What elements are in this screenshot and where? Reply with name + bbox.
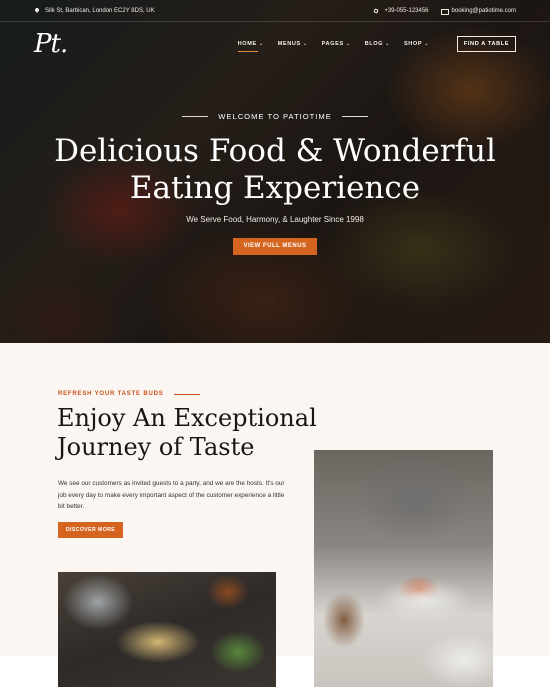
nav-item-home[interactable]: HOME ⌄ xyxy=(237,41,264,52)
location-pin-icon xyxy=(34,8,40,14)
chevron-down-icon: ⌄ xyxy=(385,41,390,47)
email-text[interactable]: booking@patiotime.com xyxy=(452,8,516,14)
welcome-text: WELCOME TO PATIOTIME xyxy=(218,112,332,121)
mail-icon xyxy=(440,8,449,15)
food-platter-image xyxy=(58,572,276,687)
find-a-table-button[interactable]: FIND A TABLE xyxy=(457,36,516,52)
chevron-down-icon: ⌄ xyxy=(345,41,351,47)
view-full-menus-button[interactable]: VIEW FULL MENUS xyxy=(233,238,317,255)
nav-item-shop[interactable]: SHOP ⌄ xyxy=(404,41,429,47)
divider-line xyxy=(173,393,200,395)
about-section: REFRESH YOUR TASTE BUDS Enjoy An Excepti… xyxy=(0,343,550,687)
email-info[interactable]: booking@patiotime.com xyxy=(440,8,516,15)
address-info: Silk St, Barbican, London EC2Y 8DS, UK xyxy=(34,8,155,14)
section-eyebrow: REFRESH YOUR TASTE BUDS xyxy=(58,391,200,397)
phone-text[interactable]: +39-055-123456 xyxy=(384,8,428,14)
divider-line xyxy=(341,116,368,117)
hero-content: WELCOME TO PATIOTIME Delicious Food & Wo… xyxy=(0,112,550,255)
section-text: We see our customers as invited guests t… xyxy=(58,480,285,510)
top-info-bar: Silk St, Barbican, London EC2Y 8DS, UK +… xyxy=(0,0,550,22)
site-logo[interactable]: Pt. xyxy=(34,29,68,59)
hero-eyebrow: WELCOME TO PATIOTIME xyxy=(0,112,550,121)
divider-line xyxy=(182,116,209,117)
nav-item-menus[interactable]: MENUS ⌄ xyxy=(278,41,308,47)
eyebrow-text: REFRESH YOUR TASTE BUDS xyxy=(58,391,164,397)
hero-title: Delicious Food & Wonderful Eating Experi… xyxy=(54,133,496,206)
hero-subtitle: We Serve Food, Harmony, & Laughter Since… xyxy=(186,215,364,224)
discover-more-button[interactable]: DISCOVER MORE xyxy=(58,522,123,538)
nav-menu: HOME ⌄ MENUS ⌄ PAGES ⌄ BLOG ⌄ SHOP ⌄ FIN… xyxy=(237,36,516,52)
chevron-down-icon: ⌄ xyxy=(302,41,308,47)
phone-icon xyxy=(373,8,379,14)
nav-item-pages[interactable]: PAGES ⌄ xyxy=(322,41,351,47)
chevron-down-icon: ⌄ xyxy=(424,41,429,47)
phone-info[interactable]: +39-055-123456 xyxy=(373,8,428,14)
section-title: Enjoy An Exceptional Journey of Taste xyxy=(57,404,317,461)
hero-section: Silk St, Barbican, London EC2Y 8DS, UK +… xyxy=(0,0,550,343)
dining-guest-image xyxy=(314,450,493,687)
main-navigation: Pt. HOME ⌄ MENUS ⌄ PAGES ⌄ BLOG ⌄ SHOP ⌄ xyxy=(0,22,550,66)
address-text: Silk St, Barbican, London EC2Y 8DS, UK xyxy=(45,7,155,14)
nav-item-blog[interactable]: BLOG ⌄ xyxy=(365,41,390,47)
chevron-down-icon: ⌄ xyxy=(258,41,264,47)
